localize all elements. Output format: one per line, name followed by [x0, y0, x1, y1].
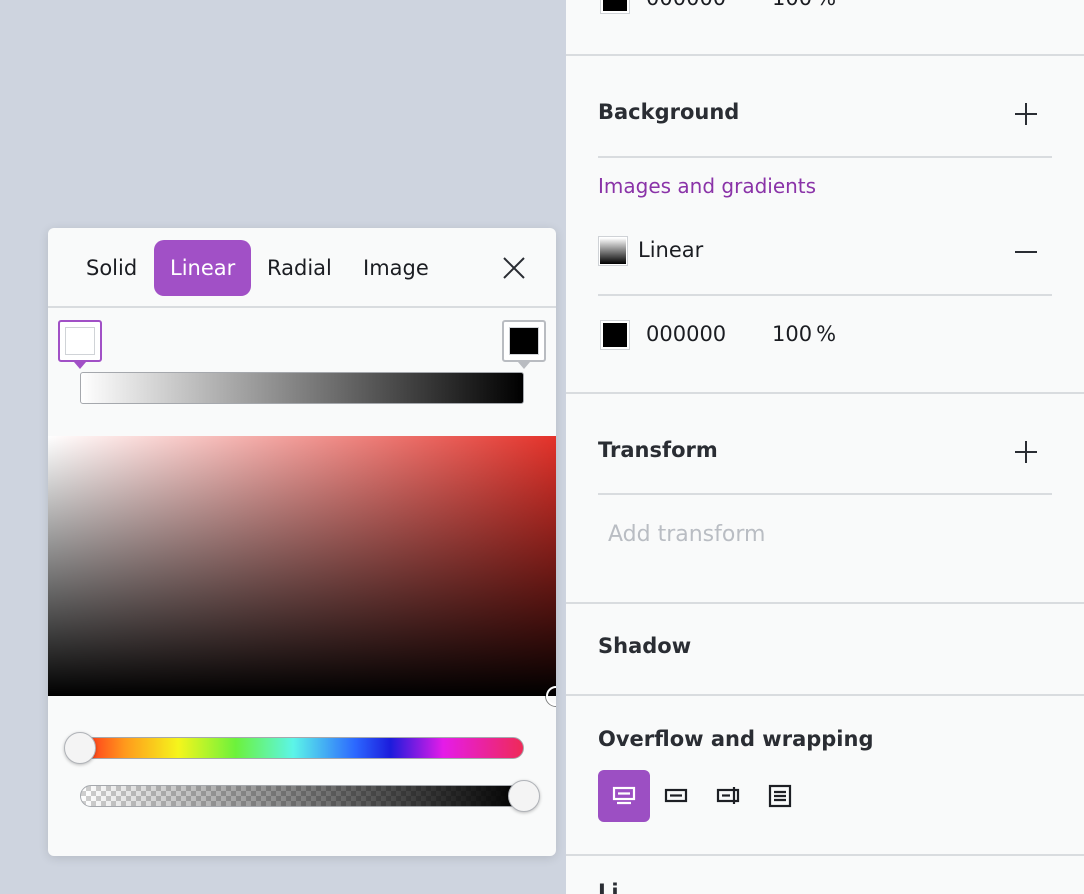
next-section-title: Li — [598, 880, 619, 894]
gradient-stop-start[interactable] — [58, 320, 102, 369]
background-section-title: Background — [598, 100, 740, 124]
overflow-section-title: Overflow and wrapping — [598, 727, 874, 751]
top-fill-hex[interactable]: 000000 — [646, 0, 726, 10]
overflow-wrap-button[interactable] — [754, 770, 806, 822]
top-fill-opacity[interactable]: 100% — [772, 0, 836, 10]
section-divider — [598, 156, 1052, 158]
tabs-divider — [48, 306, 556, 308]
section-divider — [598, 493, 1052, 495]
add-background-button[interactable] — [1012, 100, 1040, 128]
tab-solid[interactable]: Solid — [70, 240, 153, 296]
add-transform-placeholder: Add transform — [608, 522, 766, 547]
section-divider — [566, 392, 1084, 394]
hue-slider-track[interactable] — [80, 737, 524, 759]
gradient-preview-track[interactable] — [80, 372, 524, 404]
saturation-value-handle[interactable] — [546, 686, 556, 706]
shadow-section-title[interactable]: Shadow — [598, 634, 691, 658]
section-divider — [598, 294, 1052, 296]
overflow-clip-button[interactable] — [650, 770, 702, 822]
transform-section-title: Transform — [598, 438, 718, 462]
section-divider — [566, 602, 1084, 604]
alpha-slider-handle[interactable] — [508, 780, 540, 812]
overflow-ellipsis-button[interactable] — [702, 770, 754, 822]
hue-slider-handle[interactable] — [64, 732, 96, 764]
linear-gradient-swatch[interactable] — [598, 236, 628, 266]
saturation-value-area[interactable] — [48, 436, 556, 696]
overflow-visible-icon — [612, 786, 636, 805]
overflow-clip-icon — [664, 788, 688, 803]
section-divider — [566, 694, 1084, 696]
gradient-stop-end[interactable] — [502, 320, 546, 369]
top-fill-swatch[interactable] — [600, 0, 630, 14]
tab-image[interactable]: Image — [347, 240, 445, 296]
stop-color-hex[interactable]: 000000 — [646, 322, 726, 346]
add-transform-button[interactable] — [1012, 438, 1040, 466]
remove-background-button[interactable] — [1012, 238, 1040, 266]
overflow-visible-button[interactable] — [598, 770, 650, 822]
images-gradients-link[interactable]: Images and gradients — [598, 174, 816, 198]
properties-panel: 000000 100% Background Images and gradie… — [566, 0, 1084, 894]
tab-linear[interactable]: Linear — [154, 240, 252, 296]
color-picker-popover: Solid Linear Radial Image — [48, 228, 556, 856]
section-divider — [566, 854, 1084, 856]
alpha-slider-track[interactable] — [80, 785, 524, 807]
stop-color-swatch[interactable] — [600, 320, 630, 350]
close-icon[interactable] — [500, 254, 528, 282]
overflow-ellipsis-icon — [716, 787, 740, 804]
tab-radial[interactable]: Radial — [251, 240, 348, 296]
section-divider — [566, 54, 1084, 56]
stop-color-opacity[interactable]: 100% — [772, 322, 836, 346]
gradient-layer-label[interactable]: Linear — [638, 238, 703, 262]
overflow-wrap-icon — [768, 784, 792, 808]
